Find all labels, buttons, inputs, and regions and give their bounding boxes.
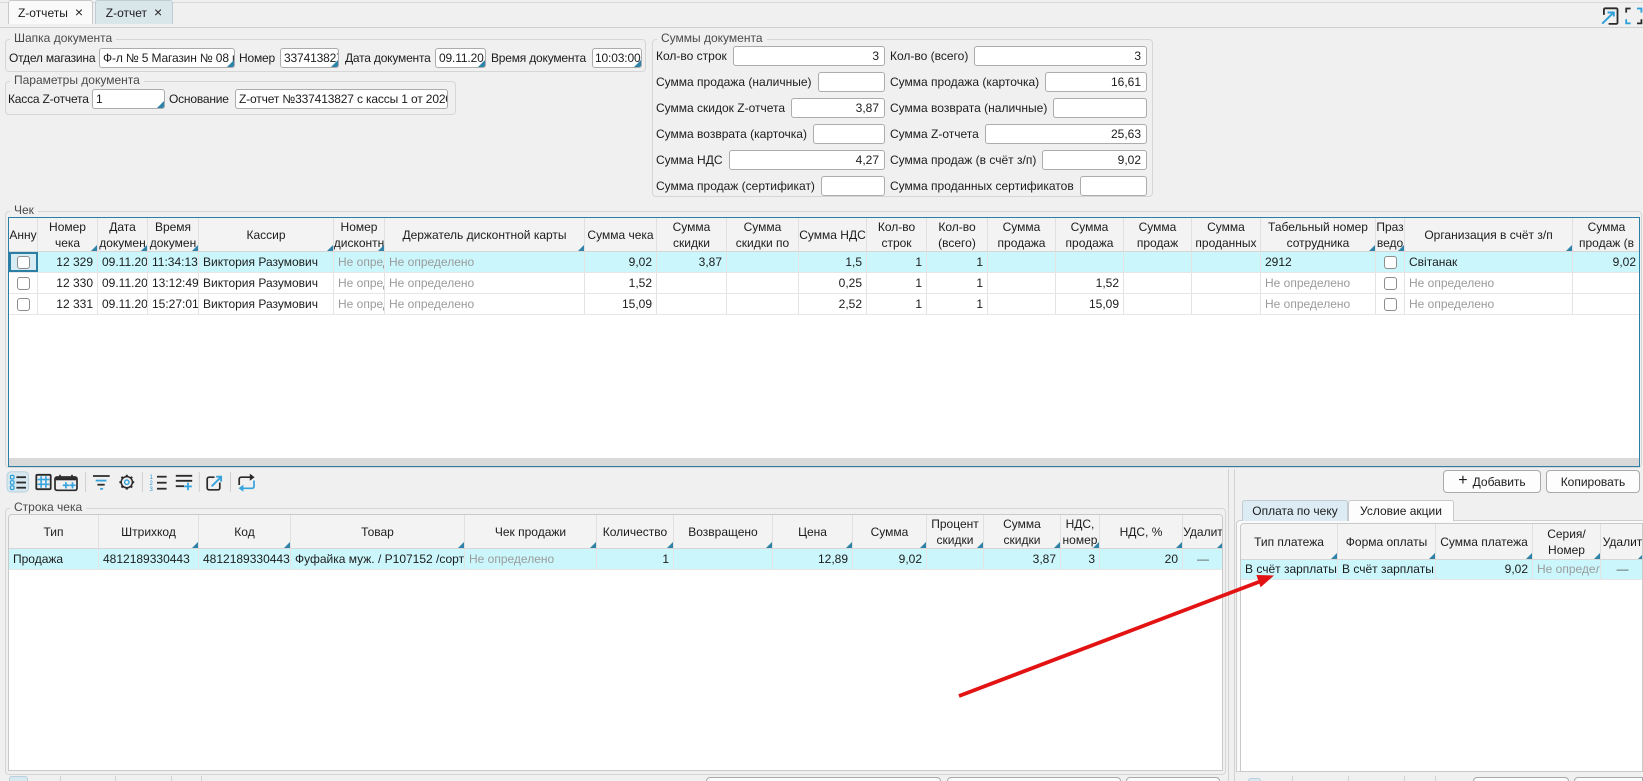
svg-text:3: 3 (150, 487, 154, 493)
